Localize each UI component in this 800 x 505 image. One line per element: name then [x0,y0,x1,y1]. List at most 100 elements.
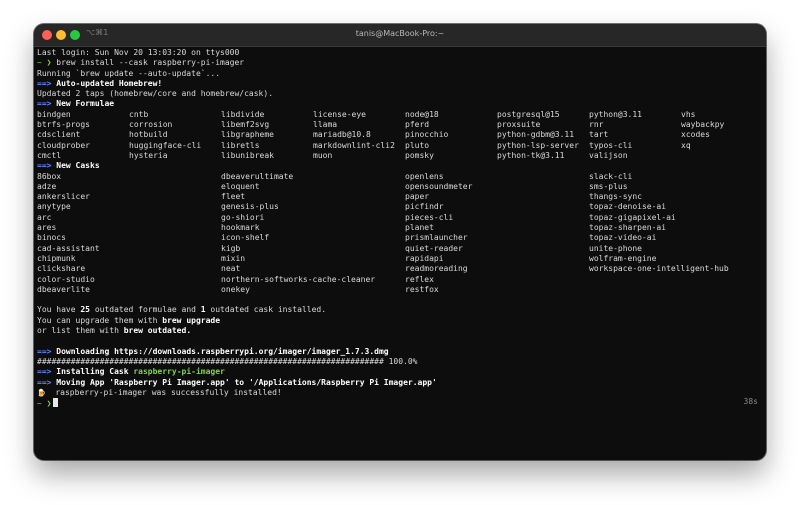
prompt-symbol: ~ ❯ [37,399,52,409]
formula-item: libretls [221,140,260,150]
downloading-line: ==> Downloading https://downloads.raspbe… [37,347,763,357]
cask-item: prismlauncher [405,233,468,243]
formula-item: pinocchio [405,130,449,140]
cask-item: sms-plus [589,181,628,191]
cask-item [589,285,766,295]
cask-item: 86box [37,171,62,181]
list-line: or list them with brew outdated. [37,326,763,336]
list-text: or list them with [37,326,124,336]
beer-icon: 🍺 [37,388,46,397]
formula-item: hysteria [129,150,168,160]
cask-item: openlens [405,171,444,181]
cask-item: anytype [37,202,71,212]
cask-item: binocs [37,233,66,243]
formula-item: tart [589,130,609,140]
formula-item: libdivide [221,109,265,119]
outdated-text: You have [37,305,81,315]
arrow-marker: ==> [37,99,52,109]
current-prompt-line[interactable]: ~ ❯ [37,398,763,408]
cask-item: planet [405,223,434,233]
arrow-marker: ==> [37,367,52,377]
installing-line: ==> Installing Cask raspberry-pi-imager [37,367,763,377]
formula-item: corrosion [129,120,173,130]
cask-item: arc [37,212,52,222]
new-casks-heading: New Casks [56,161,100,171]
cask-item: restfox [405,284,439,294]
formula-item: valijson [589,150,628,160]
formula-item: typos-cli [589,140,633,150]
moving-line: ==> Moving App 'Raspberry Pi Imager.app'… [37,378,763,388]
cask-item: ankerslicer [37,192,90,202]
auto-updated-line: ==> Auto-updated Homebrew! [37,79,763,89]
outdated-text: outdated formulae and [90,305,201,315]
formula-item: muon [313,150,333,160]
prompt-symbol: ~ ❯ [37,58,52,68]
arrow-marker: ==> [37,377,52,387]
cask-item: color-studio [37,274,95,284]
window-title: tanis@MacBook-Pro:~ [355,29,445,38]
cask-item [589,275,766,285]
formula-item: huggingface-cli [129,140,202,150]
cask-item: opensoundmeter [405,181,473,191]
cask-item: workspace-one-intelligent-hub [589,264,729,274]
formula-item: hotbuild [129,130,168,140]
progress-bar-line: ########################################… [37,356,418,366]
cask-item: wolfram-engine [589,253,657,263]
cask-item: topaz-denoise-ai [589,202,667,212]
formula-item: proxsuite [497,120,541,130]
formula-item: cntb [129,109,149,119]
cask-item: onekey [221,284,250,294]
title-bar[interactable]: ⌥⌘1 tanis@MacBook-Pro:~ [34,24,766,47]
terminal-output[interactable]: Last login: Sun Nov 20 13:03:20 on ttys0… [37,48,763,408]
cask-item: genesis-plus [221,202,279,212]
upgrade-text: You can upgrade them with [37,315,163,325]
upgrade-line: You can upgrade them with brew upgrade [37,316,763,326]
formula-item: python-tk@3.11 [497,150,565,160]
formula-item: markdownlint-cli2 [313,140,395,150]
formula-item: xq [681,140,691,150]
formula-item: libgrapheme [221,130,274,140]
cask-item: chipmunk [37,253,76,263]
success-text: raspberry-pi-imager was successfully ins… [55,387,282,397]
arrow-marker: ==> [37,78,52,88]
formula-item: node@18 [405,109,439,119]
cask-item: ares [37,223,57,233]
formula-item: pomsky [405,150,434,160]
outdated-formulae-count: 25 [80,305,90,315]
cask-item: dbeaverultimate [221,171,294,181]
cask-item: dbeaverlite [37,284,90,294]
cask-item: readmoreading [405,264,468,274]
text-cursor[interactable] [53,398,59,408]
cask-item: unite-phone [589,243,642,253]
running-line: Running `brew update --auto-update`... [37,68,221,78]
formula-item: cdsclient [37,130,81,140]
cask-item: hookmark [221,223,260,233]
cask-item: icon-shelf [221,233,270,243]
new-casks-heading-line: ==> New Casks [37,161,763,171]
cask-item: eloquent [221,181,260,191]
new-formulae-heading-line: ==> New Formulae [37,99,763,109]
cask-item: picfindr [405,202,444,212]
formula-item: cloudprober [37,140,90,150]
arrow-marker: ==> [37,161,52,171]
updated-taps-line: Updated 2 taps (homebrew/core and homebr… [37,89,274,99]
cask-item: topaz-gigapixel-ai [589,212,676,222]
formula-item: python-gdbm@3.11 [497,130,575,140]
formula-item: rnr [589,120,604,130]
formula-item: python-lsp-server [497,140,579,150]
cask-item: thangs-sync [589,192,642,202]
cask-item: cad-assistant [37,243,100,253]
formula-item: python@3.11 [589,109,642,119]
formula-item: libunibreak [221,150,274,160]
formula-item: postgresql@15 [497,109,560,119]
cask-item: kigb [221,243,241,253]
cask-item: clickshare [37,264,86,274]
installing-cask-name: raspberry-pi-imager [133,367,225,377]
cask-item: quiet-reader [405,243,463,253]
formula-item: license-eye [313,109,366,119]
formula-item: mariadb@10.8 [313,130,371,140]
cask-item: neat [221,264,241,274]
downloading-text: Downloading https://downloads.raspberryp… [56,346,389,356]
outdated-line: You have 25 outdated formulae and 1 outd… [37,305,763,315]
